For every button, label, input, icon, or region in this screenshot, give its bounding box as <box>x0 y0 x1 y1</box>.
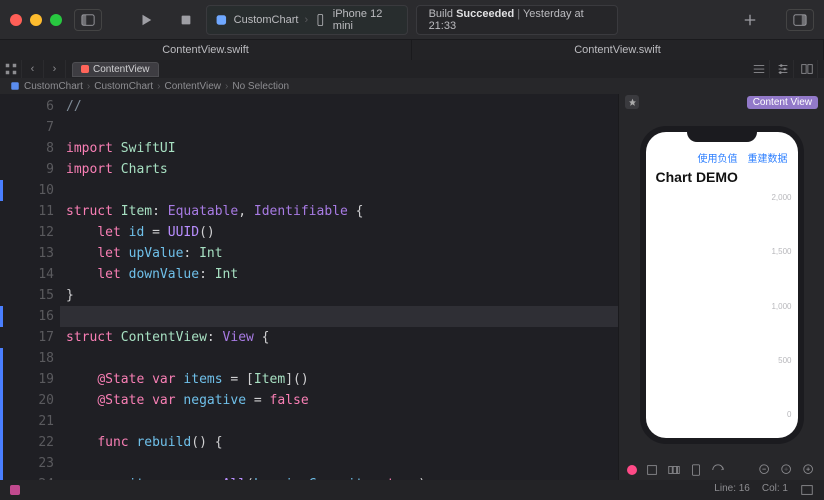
nav-link-negative[interactable]: 使用负值 <box>698 150 738 165</box>
nav-link-rebuild[interactable]: 重建数据 <box>748 150 788 165</box>
editor-file-tabs: ContentView.swift ContentView.swift <box>0 40 824 60</box>
lines-icon <box>752 62 766 76</box>
device-screen[interactable]: 使用负值 重建数据 Chart DEMO 2,0001,5001,0005000 <box>646 132 798 438</box>
debug-indicator-icon[interactable] <box>10 485 20 495</box>
jump-bar[interactable]: CustomChart› CustomChart› ContentView› N… <box>0 78 824 94</box>
jumpbar-item[interactable]: ContentView <box>165 81 222 92</box>
related-items-button[interactable] <box>0 60 22 78</box>
cursor-col: Col: 1 <box>762 483 788 497</box>
file-tab[interactable]: ContentView.swift <box>0 40 412 60</box>
live-preview-button[interactable] <box>627 465 637 475</box>
pin-icon <box>628 98 637 107</box>
status-bar: Line: 16 Col: 1 <box>0 480 824 500</box>
destination-device: iPhone 12 mini <box>333 8 399 32</box>
app-icon <box>215 13 228 27</box>
activity-status[interactable]: Build Succeeded | Yesterday at 21:33 <box>416 5 618 35</box>
close-window-button[interactable] <box>10 14 22 26</box>
device-settings-icon[interactable] <box>689 463 703 477</box>
run-button[interactable] <box>132 9 160 31</box>
source-editor[interactable]: 6789101112131415161718192021222324252627… <box>0 94 618 480</box>
sliders-icon <box>776 62 790 76</box>
zoom-out-icon[interactable] <box>758 463 772 477</box>
split-icon <box>800 62 814 76</box>
line-number-gutter: 6789101112131415161718192021222324252627… <box>0 94 66 480</box>
outline-icon[interactable] <box>800 483 814 497</box>
plus-icon <box>743 13 757 27</box>
grid-icon <box>4 62 18 76</box>
play-icon <box>139 13 153 27</box>
toggle-navigator-button[interactable] <box>74 9 102 31</box>
jumpbar-item[interactable]: CustomChart <box>24 81 83 92</box>
adjust-editor-button[interactable] <box>772 60 794 78</box>
window-traffic-lights[interactable] <box>10 14 62 26</box>
run-destination[interactable]: CustomChart › iPhone 12 mini <box>206 5 408 35</box>
add-button[interactable] <box>736 9 764 31</box>
toggle-inspector-button[interactable] <box>786 9 814 31</box>
zoom-fit-icon[interactable] <box>780 463 794 477</box>
canvas-toolbar <box>619 460 824 480</box>
minimize-window-button[interactable] <box>30 14 42 26</box>
cursor-line: Line: 16 <box>714 483 750 497</box>
chart-title: Chart DEMO <box>646 167 798 187</box>
stop-icon <box>179 13 193 27</box>
back-button[interactable]: ‹ <box>22 60 44 78</box>
preview-pill[interactable]: Content View <box>747 96 818 109</box>
project-icon <box>10 81 20 91</box>
device-frame: 使用负值 重建数据 Chart DEMO 2,0001,5001,0005000 <box>640 126 804 444</box>
jumpbar-item[interactable]: CustomChart <box>94 81 153 92</box>
stop-button[interactable] <box>172 9 200 31</box>
jumpbar-item[interactable]: No Selection <box>232 81 289 92</box>
zoom-in-icon[interactable] <box>802 463 816 477</box>
sidebar-right-icon <box>793 13 807 27</box>
orientation-icon[interactable] <box>711 463 725 477</box>
pin-preview-button[interactable] <box>625 95 639 109</box>
editor-options-button[interactable] <box>748 60 770 78</box>
swift-file-icon <box>81 65 89 73</box>
code-content[interactable]: //import SwiftUIimport Chartsstruct Item… <box>66 94 618 480</box>
open-document-tab[interactable]: ContentView <box>72 62 159 77</box>
build-status: Succeeded <box>456 8 514 20</box>
phone-icon <box>314 13 327 27</box>
destination-app: CustomChart <box>234 14 299 26</box>
file-tab[interactable]: ContentView.swift <box>412 40 824 60</box>
selectable-button-icon[interactable] <box>645 463 659 477</box>
variants-icon[interactable] <box>667 463 681 477</box>
build-label: Build <box>429 8 453 20</box>
sidebar-left-icon <box>81 13 95 27</box>
maximize-window-button[interactable] <box>50 14 62 26</box>
forward-button[interactable]: › <box>44 60 66 78</box>
preview-pill-label: Content View <box>753 97 812 108</box>
add-editor-button[interactable] <box>796 60 818 78</box>
device-notch <box>687 126 757 142</box>
preview-canvas: Content View 使用负值 重建数据 Chart DEMO 2,0001… <box>618 94 824 480</box>
document-tab-label: ContentView <box>93 64 150 75</box>
chart-plot: 2,0001,5001,0005000 <box>652 191 792 421</box>
